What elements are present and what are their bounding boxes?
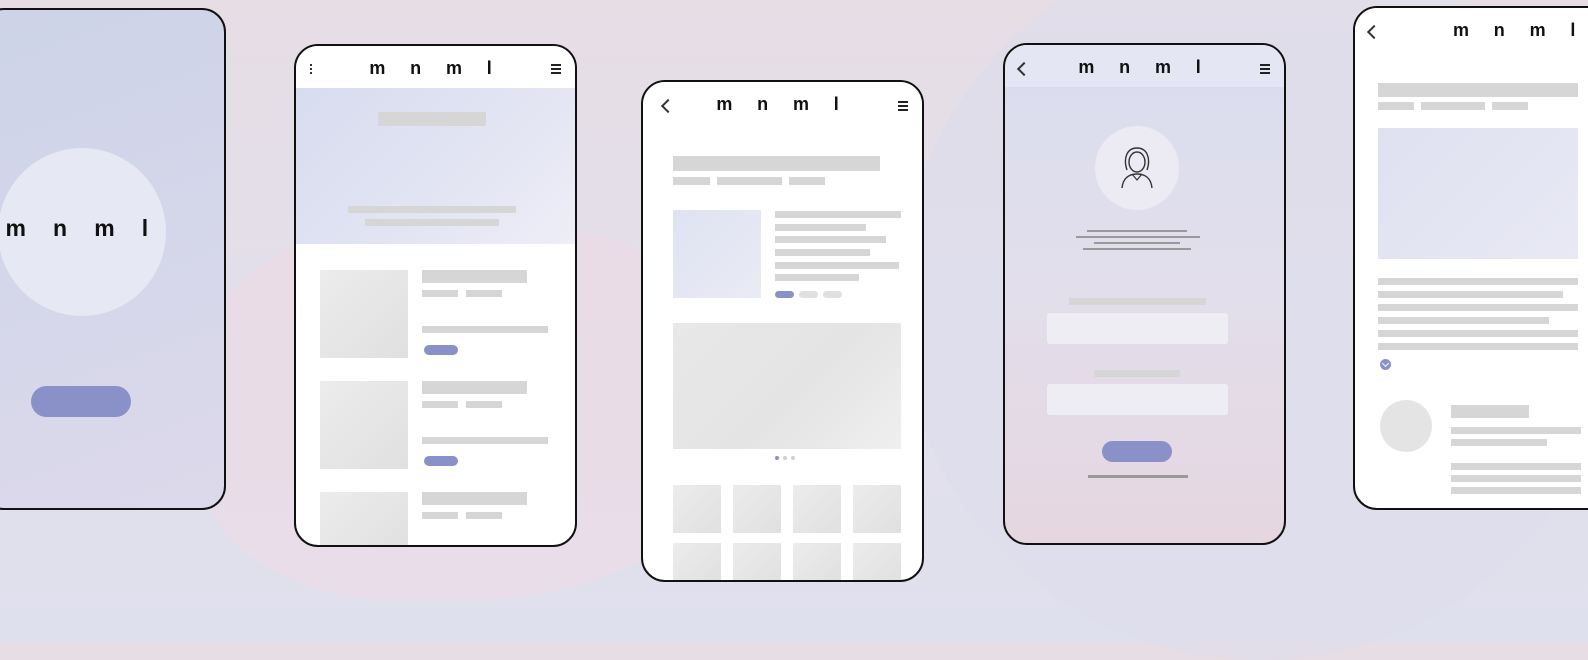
article-body-placeholder [1378,278,1578,285]
item-title-placeholder [422,381,527,394]
item-meta-placeholder [466,290,502,297]
comment-text-placeholder [1451,427,1581,434]
field-label-placeholder [1069,298,1206,305]
grid-thumbnail[interactable] [673,543,721,580]
comment-avatar[interactable] [1380,400,1432,452]
comment-name-placeholder [1451,405,1529,418]
hero-banner [296,88,575,244]
login-screen: m n m l [1003,43,1286,545]
app-logo: m n m l [716,94,849,114]
list-item[interactable] [296,379,575,469]
article-image[interactable] [1378,128,1578,259]
profile-text-placeholder [1076,236,1200,238]
expand-chevron-icon[interactable] [1380,359,1391,370]
carousel-dot[interactable] [783,456,787,460]
avatar[interactable] [1095,126,1179,210]
username-field[interactable] [1047,313,1228,344]
app-bar: m n m l [296,46,575,88]
product-desc-placeholder [775,224,866,231]
product-desc-placeholder [775,249,870,256]
article-screen: m n m l [1353,6,1588,510]
splash-logo: m n m l [5,215,159,241]
product-desc-placeholder [775,262,899,269]
hero-text-placeholder [365,219,499,226]
list-item[interactable] [296,268,575,358]
option-chip[interactable] [823,291,842,298]
get-started-button[interactable] [31,386,131,417]
login-button[interactable] [1102,441,1172,462]
item-meta-placeholder [422,290,458,297]
grid-thumbnail[interactable] [673,485,721,533]
comment-text-placeholder [1451,439,1547,446]
item-desc-placeholder [422,326,548,333]
item-title-placeholder [422,492,527,505]
forgot-link-placeholder[interactable] [1088,475,1188,478]
hero-text-placeholder [348,206,516,213]
item-meta-placeholder [422,512,458,519]
article-body-placeholder [1378,304,1578,311]
subtitle-placeholder [673,177,710,185]
product-desc-placeholder [775,236,886,243]
item-thumbnail [320,381,408,469]
item-meta-placeholder [466,401,502,408]
item-meta-placeholder [466,512,502,519]
list-item[interactable] [296,490,575,545]
item-desc-placeholder [422,437,548,444]
app-logo: m n m l [369,58,502,78]
subtitle-placeholder [717,177,782,185]
grid-thumbnail[interactable] [853,485,901,533]
article-body-placeholder [1378,330,1578,337]
item-thumbnail [320,492,408,545]
article-meta-placeholder [1492,102,1528,110]
article-meta-placeholder [1378,102,1414,110]
list-screen: m n m l [294,44,577,547]
app-bar: m n m l [1355,8,1588,50]
item-action-button[interactable] [424,456,458,466]
carousel-dot-active[interactable] [775,456,779,460]
splash-screen: m n m l [0,8,226,510]
item-title-placeholder [422,270,527,283]
app-bar: m n m l [1005,45,1284,87]
female-user-icon [1121,147,1153,189]
subtitle-placeholder [789,177,825,185]
grid-thumbnail[interactable] [793,485,841,533]
option-chip-selected[interactable] [775,291,794,298]
carousel-dot[interactable] [791,456,795,460]
password-field[interactable] [1047,384,1228,415]
hamburger-menu-icon[interactable] [1260,64,1270,74]
article-meta-placeholder [1421,102,1485,110]
app-bar: m n m l [643,82,922,124]
profile-text-placeholder [1094,242,1180,244]
profile-text-placeholder [1087,230,1187,232]
product-desc-placeholder [775,274,859,281]
grid-thumbnail[interactable] [853,543,901,580]
product-desc-placeholder [775,211,901,218]
gallery-carousel[interactable] [673,323,901,449]
item-thumbnail [320,270,408,358]
hero-title-placeholder [378,112,486,126]
item-action-button[interactable] [424,345,458,355]
grid-thumbnail[interactable] [733,543,781,580]
item-meta-placeholder [422,401,458,408]
hamburger-menu-icon[interactable] [898,101,908,111]
comment-text-placeholder [1451,463,1581,470]
hamburger-menu-icon[interactable] [551,64,561,74]
article-body-placeholder [1378,291,1563,298]
comment-text-placeholder [1451,487,1581,494]
article-title-placeholder [1378,83,1578,97]
app-logo: m n m l [1453,20,1586,40]
article-body-placeholder [1378,317,1549,324]
product-image[interactable] [673,210,761,298]
page-title-placeholder [673,156,880,171]
comment-text-placeholder [1451,475,1581,482]
option-chip[interactable] [799,291,818,298]
field-label-placeholder [1094,370,1180,377]
grid-thumbnail[interactable] [733,485,781,533]
app-logo: m n m l [1078,57,1211,77]
product-detail-screen: m n m l [641,80,924,582]
article-body-placeholder [1378,343,1578,350]
grid-thumbnail[interactable] [793,543,841,580]
back-chevron-icon[interactable] [1366,24,1382,40]
profile-text-placeholder [1083,248,1191,250]
